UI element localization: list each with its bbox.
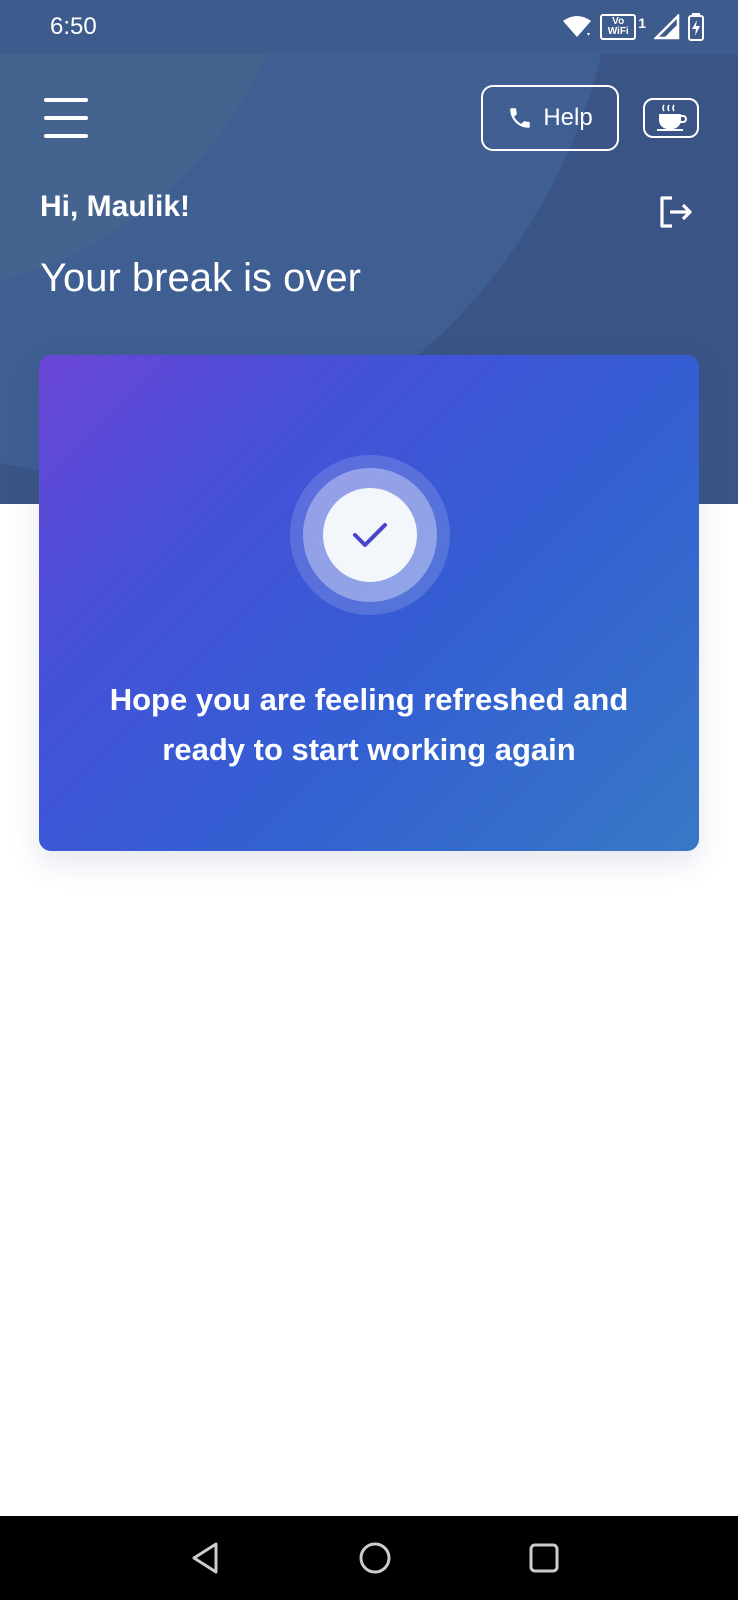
home-circle-icon[interactable] (355, 1538, 395, 1578)
recents-square-icon[interactable] (524, 1538, 564, 1578)
hamburger-menu-icon (44, 98, 88, 102)
break-over-card: Hope you are feeling refreshed and ready… (39, 355, 699, 851)
status-bar: 6:50 Vo WiFi 1 (0, 0, 738, 54)
page-title: Your break is over (40, 256, 361, 300)
logout-icon[interactable] (656, 192, 696, 232)
hamburger-menu-icon-line (44, 134, 88, 138)
check-badge-core (323, 488, 417, 582)
system-nav-bar (0, 1516, 738, 1600)
wifi-icon (563, 16, 592, 37)
break-button[interactable] (643, 98, 699, 138)
card-message: Hope you are feeling refreshed and ready… (109, 682, 629, 767)
greeting: Hi, Maulik! (40, 190, 191, 223)
help-button[interactable]: Help (481, 85, 619, 151)
vowifi-bottom-label: WiFi (607, 26, 629, 37)
battery-charging-icon (688, 13, 704, 41)
phone-icon (510, 108, 531, 128)
sim-number: 1 (638, 15, 646, 31)
back-triangle-icon[interactable] (186, 1538, 226, 1578)
check-badge (290, 455, 450, 615)
check-badge-ring (303, 468, 437, 602)
coffee-cup-icon (657, 104, 687, 131)
menu-button[interactable] (44, 98, 88, 138)
status-time: 6:50 (50, 13, 97, 40)
vowifi-icon: Vo WiFi (600, 14, 637, 40)
help-label: Help (543, 104, 593, 131)
checkmark-icon (353, 523, 387, 547)
signal-icon (654, 14, 680, 40)
status-icons: Vo WiFi 1 (562, 12, 704, 42)
hamburger-menu-icon-line (44, 116, 88, 120)
